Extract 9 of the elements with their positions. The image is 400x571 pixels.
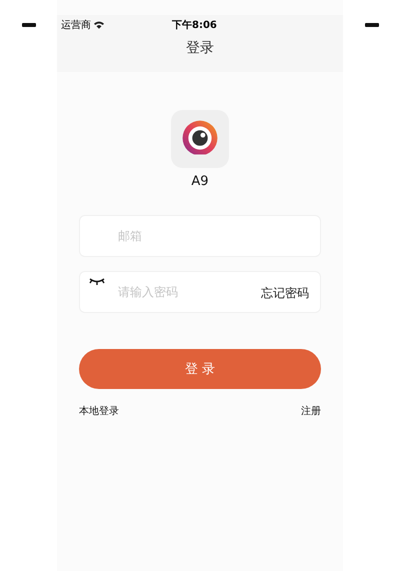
email-field[interactable]: 邮箱 [79,215,321,257]
carrier-label: 运营商 [61,18,91,32]
login-button[interactable]: 登 录 [79,349,321,389]
status-time: 下午8:06 [172,18,217,32]
app-name: A9 [191,174,209,189]
nav-title: 登录 [185,39,215,57]
register-link[interactable]: 注册 [301,404,321,418]
local-login-link[interactable]: 本地登录 [79,404,119,418]
forgot-password-link[interactable]: 忘记密码 [261,285,309,302]
